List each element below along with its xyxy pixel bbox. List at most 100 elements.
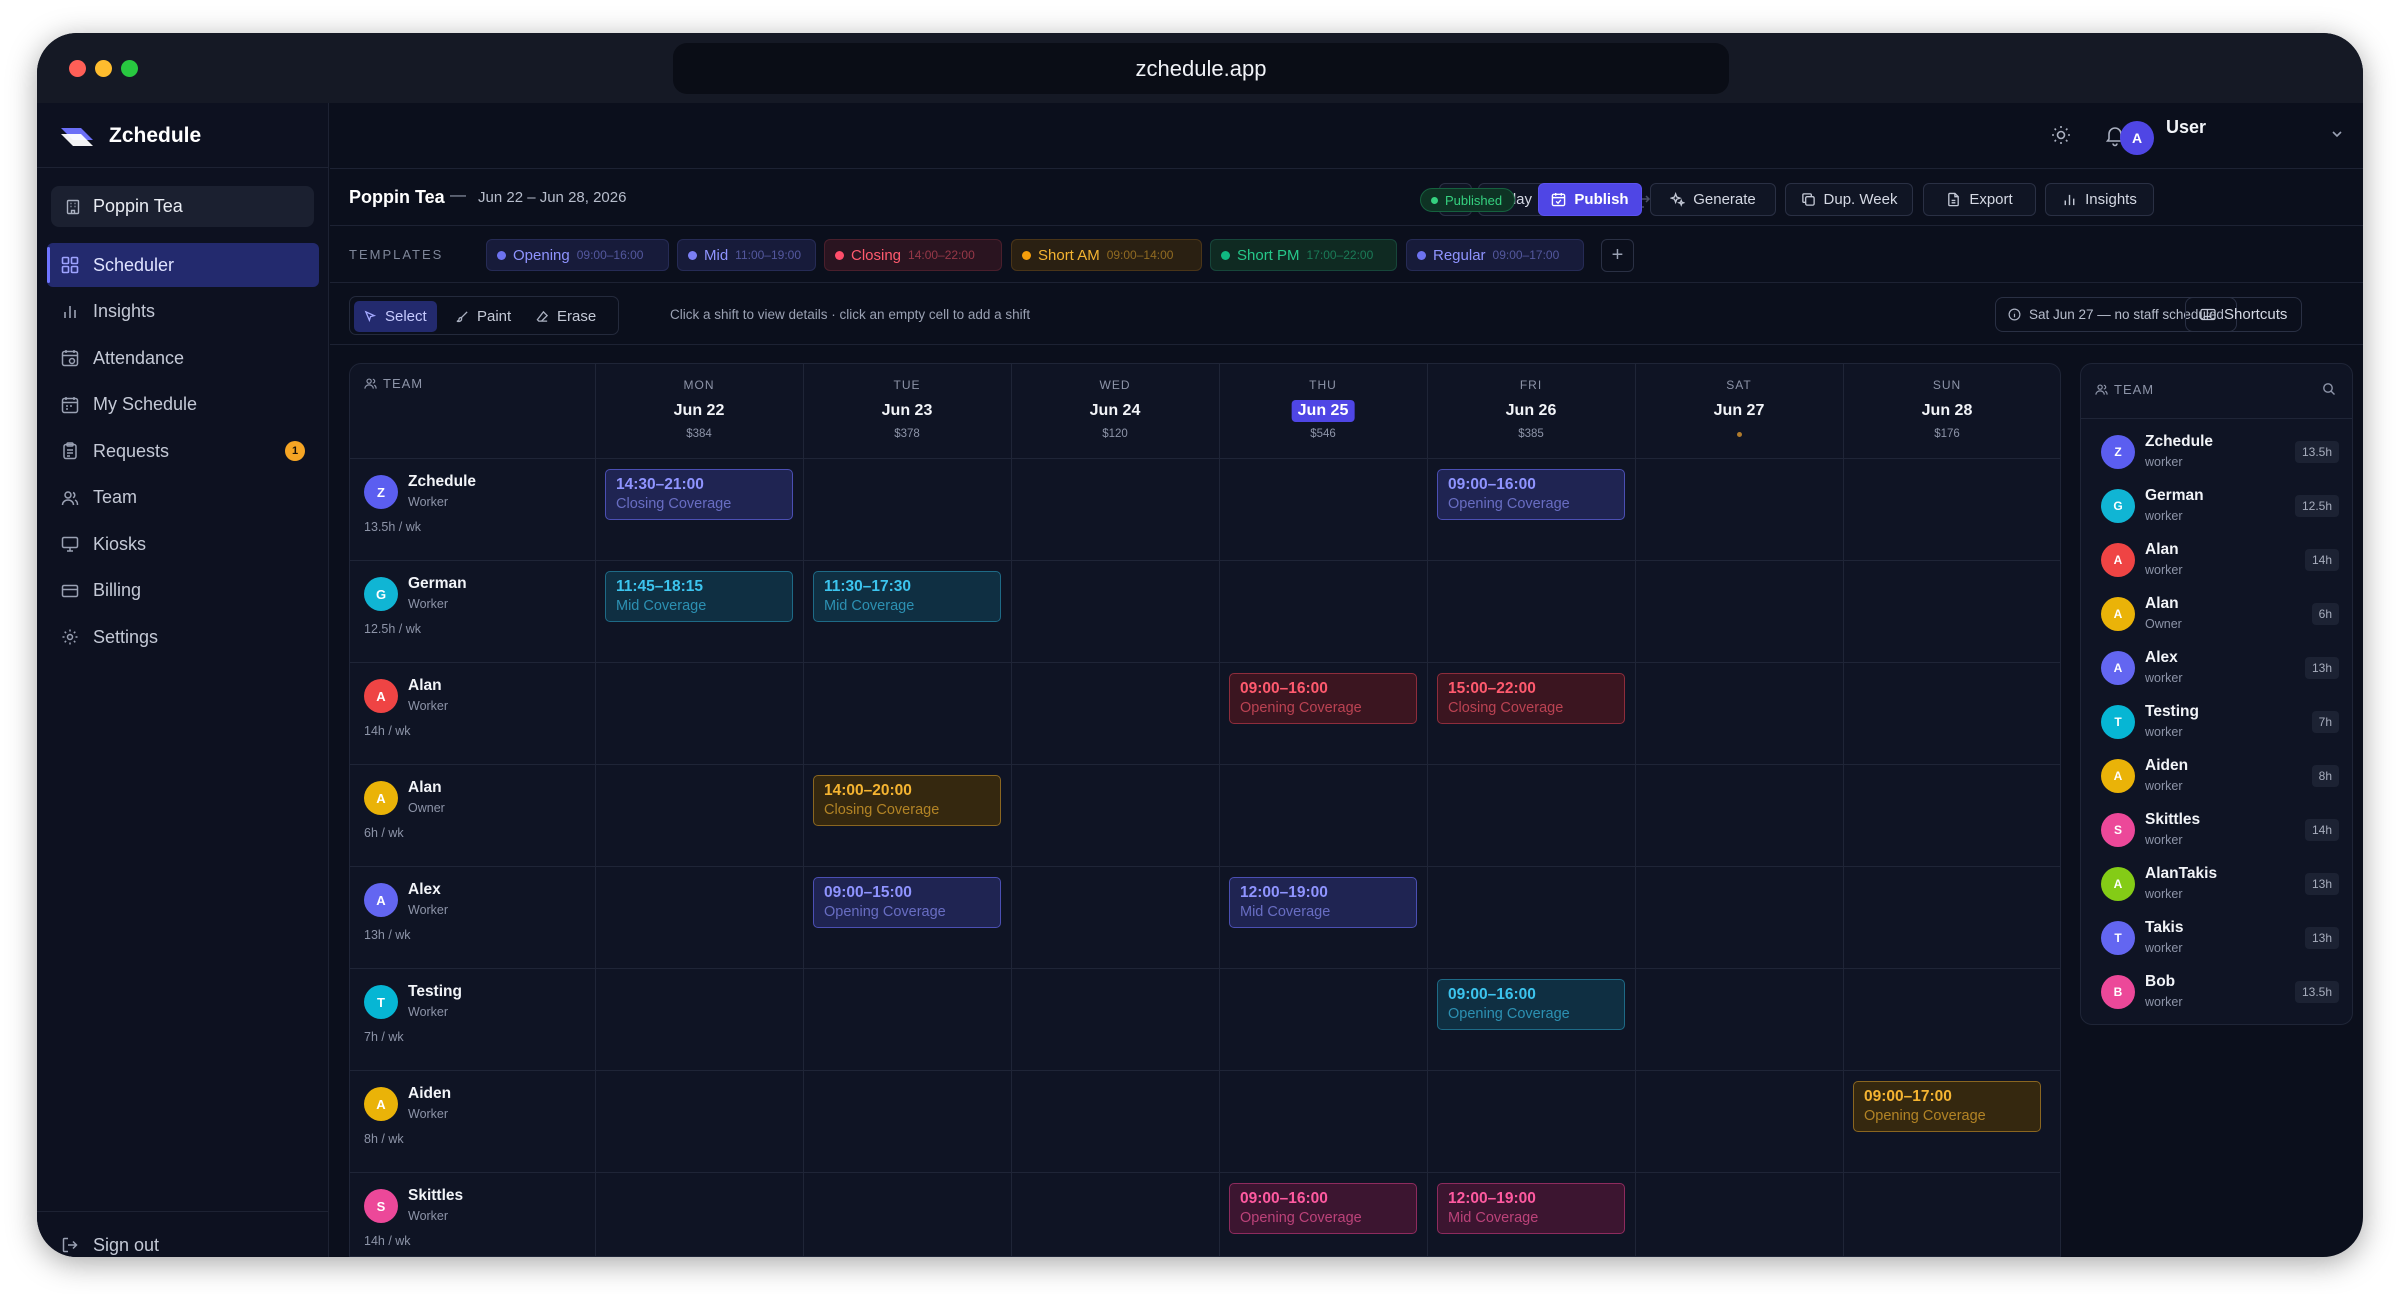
shift-block[interactable]: 09:00–15:00 Opening Coverage [813, 877, 1001, 928]
generate-button[interactable]: Generate [1650, 183, 1776, 216]
team-member[interactable]: A AlanTakis worker 13h [2101, 860, 2339, 910]
team-member[interactable]: S Skittles worker 14h [2101, 806, 2339, 856]
nav-item-settings[interactable]: Settings [47, 615, 319, 659]
shift-block[interactable]: 12:00–19:00 Mid Coverage [1437, 1183, 1625, 1234]
shift-label: Mid Coverage [1240, 904, 1331, 920]
template-mid[interactable]: Mid 11:00–19:00 [677, 239, 816, 271]
nav-item-billing[interactable]: Billing [47, 569, 319, 613]
template-time: 14:00–22:00 [908, 248, 975, 262]
nav-item-kiosks[interactable]: Kiosks [47, 522, 319, 566]
employee-row-header[interactable]: A Alan Worker 14h / wk [364, 669, 594, 769]
address-bar[interactable]: zchedule.app [673, 43, 1729, 94]
nav-item-my-schedule[interactable]: My Schedule [47, 383, 319, 427]
shift-block[interactable]: 09:00–16:00 Opening Coverage [1229, 1183, 1417, 1234]
template-color-dot [1417, 250, 1426, 260]
shift-block[interactable]: 11:30–17:30 Mid Coverage [813, 571, 1001, 622]
nav-item-requests[interactable]: Requests 1 [47, 429, 319, 473]
shift-block[interactable]: 09:00–16:00 Opening Coverage [1229, 673, 1417, 724]
select-mode-button[interactable]: Select [354, 301, 437, 332]
shift-block[interactable]: 12:00–19:00 Mid Coverage [1229, 877, 1417, 928]
minimize-window-button[interactable] [95, 60, 112, 77]
info-icon [2008, 308, 2021, 321]
date-range: Jun 22 – Jun 28, 2026 [478, 189, 627, 206]
shift-time: 14:30–21:00 [616, 476, 704, 493]
eraser-icon [536, 310, 549, 322]
team-member[interactable]: A Alan Owner 6h [2101, 590, 2339, 640]
publish-button[interactable]: Publish [1538, 183, 1642, 216]
template-short-pm[interactable]: Short PM 17:00–22:00 [1210, 239, 1397, 271]
employee-row-header[interactable]: A Alex Worker 13h / wk [364, 873, 594, 973]
template-name: Opening [513, 246, 570, 264]
template-color-dot [688, 250, 697, 260]
sun-icon[interactable] [2049, 123, 2073, 147]
team-member[interactable]: A Aiden worker 8h [2101, 752, 2339, 802]
employee-row-header[interactable]: G German Worker 12.5h / wk [364, 567, 594, 667]
template-time: 09:00–16:00 [576, 248, 644, 262]
nav-item-team[interactable]: Team [47, 476, 319, 520]
team-member[interactable]: A Alex worker 13h [2101, 644, 2339, 694]
template-time: 17:00–22:00 [1306, 248, 1374, 262]
nav-label: Team [93, 487, 138, 507]
team-member[interactable]: Z Zchedule worker 13.5h [2101, 428, 2339, 478]
user-name[interactable]: User [2166, 117, 2206, 138]
team-member[interactable]: T Testing worker 7h [2101, 698, 2339, 748]
employee-row-header[interactable]: A Alan Owner 6h / wk [364, 771, 594, 871]
nav-label: Insights [93, 301, 156, 321]
team-member[interactable]: G German worker 12.5h [2101, 482, 2339, 532]
add-template-button[interactable]: + [1601, 239, 1634, 272]
shift-block[interactable]: 15:00–22:00 Closing Coverage [1437, 673, 1625, 724]
shift-block[interactable]: 11:45–18:15 Mid Coverage [605, 571, 793, 622]
duplicate-week-button[interactable]: Dup. Week [1785, 183, 1913, 216]
chevron-down-icon[interactable] [2330, 127, 2344, 141]
search-icon[interactable] [2322, 382, 2336, 396]
shift-block[interactable]: 14:30–21:00 Closing Coverage [605, 469, 793, 520]
export-button[interactable]: Export [1923, 183, 2036, 216]
org-switcher[interactable]: Poppin Tea [51, 186, 314, 227]
employee-row-header[interactable]: S Skittles Worker 14h / wk [364, 1179, 594, 1256]
paint-mode-button[interactable]: Paint [446, 301, 521, 332]
member-role: worker [2145, 833, 2183, 847]
user-avatar[interactable]: A [2120, 121, 2154, 155]
template-short-am[interactable]: Short AM 09:00–14:00 [1011, 239, 1202, 271]
nav-item-insights[interactable]: Insights [47, 290, 319, 334]
team-member[interactable]: A Alan worker 14h [2101, 536, 2339, 586]
shift-block[interactable]: 09:00–16:00 Opening Coverage [1437, 979, 1625, 1030]
member-name: Alan [2145, 541, 2179, 558]
sign-out-button[interactable]: Sign out [61, 1223, 159, 1257]
shift-block[interactable]: 09:00–16:00 Opening Coverage [1437, 469, 1625, 520]
day-cost: $120 [1102, 428, 1128, 440]
brand[interactable]: Zchedule [59, 113, 201, 159]
shift-block[interactable]: 09:00–17:00 Opening Coverage [1853, 1081, 2041, 1132]
team-member[interactable]: T Takis worker 13h [2101, 914, 2339, 964]
employee-row-header[interactable]: T Testing Worker 7h / wk [364, 975, 594, 1075]
member-hours: 13.5h [2294, 441, 2339, 463]
clipboard-icon [63, 442, 77, 460]
erase-mode-button[interactable]: Erase [526, 301, 606, 332]
store-name: Poppin Tea [349, 187, 445, 207]
day-header-sat: SAT Jun 27 [1635, 364, 1843, 458]
template-name: Short PM [1237, 246, 1300, 264]
nav-item-scheduler[interactable]: Scheduler [47, 243, 319, 287]
shift-label: Mid Coverage [824, 598, 915, 614]
employee-row-header[interactable]: Z Zchedule Worker 13.5h / wk [364, 465, 594, 565]
grid-icon [61, 256, 79, 274]
template-closing[interactable]: Closing 14:00–22:00 [824, 239, 1002, 271]
employee-row-header[interactable]: A Aiden Worker 8h / wk [364, 1077, 594, 1177]
template-regular[interactable]: Regular 09:00–17:00 [1406, 239, 1584, 271]
select-label: Select [385, 308, 427, 325]
users-icon [61, 490, 79, 505]
brand-name: Zchedule [109, 124, 202, 147]
maximize-window-button[interactable] [121, 60, 138, 77]
team-member[interactable]: B Bob worker 13.5h [2101, 968, 2339, 1018]
instruction-hint: Click a shift to view details · click an… [670, 307, 1031, 322]
nav-label: Scheduler [93, 254, 175, 275]
avatar: A [364, 1087, 398, 1121]
close-window-button[interactable] [69, 60, 86, 77]
shift-block[interactable]: 14:00–20:00 Closing Coverage [813, 775, 1001, 826]
avatar: A [2101, 597, 2135, 631]
template-opening[interactable]: Opening 09:00–16:00 [486, 239, 669, 271]
insights-button[interactable]: Insights [2045, 183, 2154, 216]
shortcuts-button[interactable]: Shortcuts [2185, 297, 2303, 332]
nav-item-attendance[interactable]: Attendance [47, 336, 319, 380]
team-panel-divider [2081, 418, 2352, 419]
